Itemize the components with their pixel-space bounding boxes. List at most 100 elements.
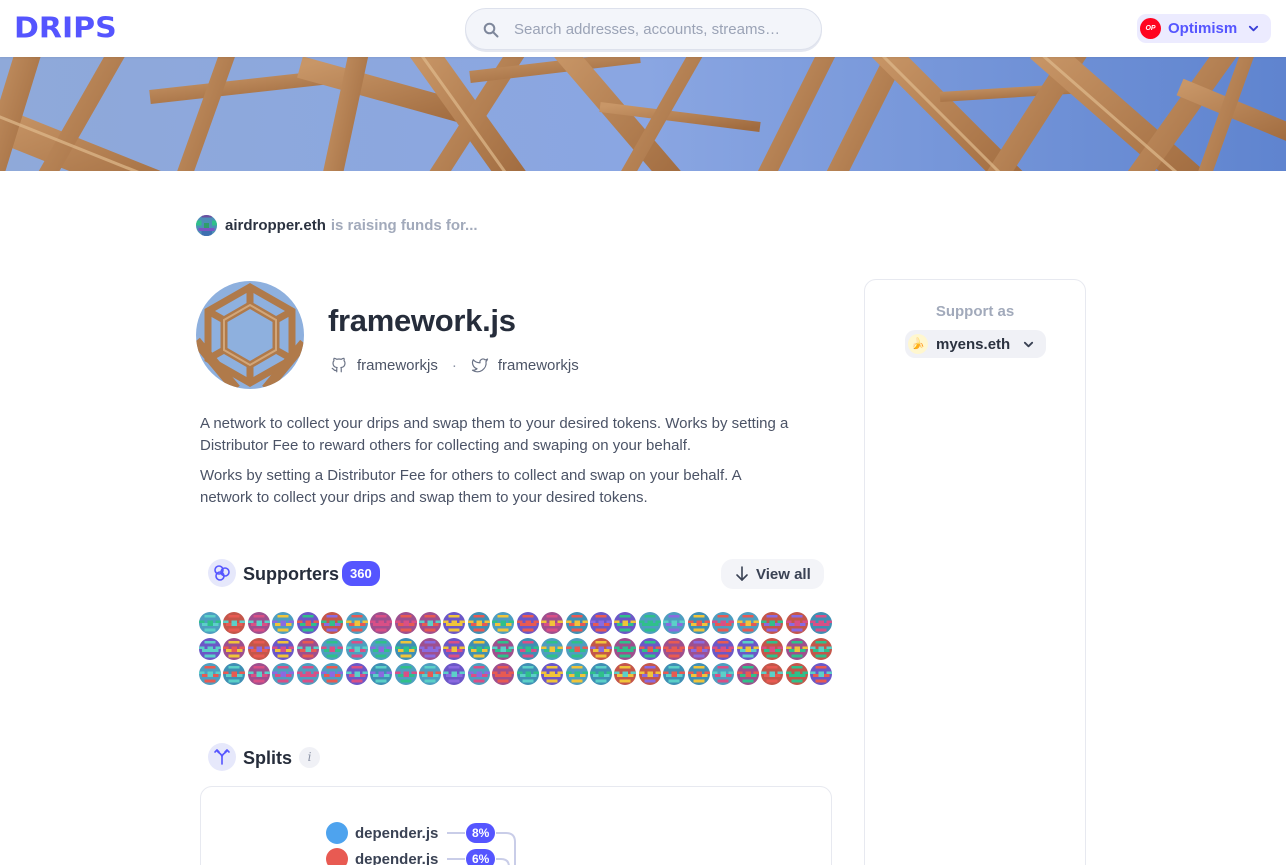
supporter-avatar[interactable] [370,637,393,660]
supporter-avatar[interactable] [272,663,295,685]
supporter-avatar[interactable] [492,637,515,660]
supporter-avatar[interactable] [394,637,417,660]
owner-name-link[interactable]: airdropper.eth [225,217,326,234]
supporter-avatar[interactable] [590,637,612,660]
supporter-avatar[interactable] [565,637,588,660]
info-icon[interactable]: i [299,747,320,768]
supporter-avatar[interactable] [370,612,393,634]
supporter-avatar[interactable] [443,663,466,685]
supporter-avatar[interactable] [199,663,221,685]
supporter-avatar[interactable] [663,612,686,634]
supporter-avatar[interactable] [492,612,515,634]
supporter-avatar[interactable] [418,637,441,660]
supporter-avatar[interactable] [541,663,564,685]
supporter-avatar[interactable] [785,663,808,685]
supporter-avatar[interactable] [296,637,319,660]
search-bar[interactable] [465,8,822,50]
supporter-avatar[interactable] [223,637,246,660]
supporter-avatar[interactable] [370,663,393,685]
supporter-avatar[interactable] [345,663,368,685]
drips-logo[interactable]: DRIPS [14,14,117,44]
raising-text: is raising funds for... [330,216,478,234]
supporter-avatar[interactable] [418,663,441,685]
supporter-avatar[interactable] [296,612,319,634]
twitter-link[interactable]: frameworkjs [498,357,579,374]
supporter-avatar[interactable] [712,663,735,685]
supporter-avatar[interactable] [541,612,564,634]
supporter-avatar[interactable] [199,637,221,660]
splits-connector-lines [447,832,516,865]
supporter-avatar[interactable] [663,637,686,660]
supporter-avatar[interactable] [223,663,246,685]
supporter-avatar[interactable] [272,637,295,660]
supporter-avatar[interactable] [712,637,735,660]
supporter-avatar[interactable] [638,663,661,685]
supporter-avatar[interactable] [638,612,661,634]
supporter-avatar[interactable] [590,663,612,685]
supporter-avatar[interactable] [614,637,637,660]
supporter-avatar[interactable] [467,637,490,660]
view-all-button[interactable]: View all [721,559,824,589]
supporter-avatar[interactable] [761,612,784,634]
supporter-avatar[interactable] [247,637,270,660]
supporter-avatar[interactable] [516,637,539,660]
supporter-avatar[interactable] [785,637,808,660]
supporter-avatar[interactable] [736,612,759,634]
supporter-avatar[interactable] [516,663,539,685]
search-icon [483,22,499,38]
split-item[interactable]: depender.js [326,822,438,844]
supporter-avatar[interactable] [321,637,344,660]
supporter-avatar[interactable] [223,612,246,634]
supporter-avatar[interactable] [663,663,686,685]
github-icon [331,357,346,373]
supporter-avatar[interactable] [736,637,759,660]
supporter-avatar[interactable] [590,612,612,634]
supporter-avatar[interactable] [247,663,270,685]
twitter-icon [471,358,488,373]
supporter-avatar[interactable] [785,612,808,634]
arrow-down-icon [736,566,748,581]
owner-avatar[interactable] [196,214,217,236]
supporter-avatar[interactable] [321,663,344,685]
supporter-avatar[interactable] [809,637,832,660]
project-avatar [196,281,304,389]
supporter-avatar[interactable] [394,612,417,634]
supporter-avatar[interactable] [467,663,490,685]
optimism-logo-icon: OP [1140,18,1161,39]
supporter-avatar[interactable] [565,663,588,685]
supporter-avatar[interactable] [687,663,710,685]
supporter-avatar[interactable] [614,663,637,685]
github-link[interactable]: frameworkjs [357,357,438,374]
supporter-avatar[interactable] [418,612,441,634]
supporter-avatar[interactable] [736,663,759,685]
supporter-avatar[interactable] [199,612,221,634]
supporter-avatar[interactable] [614,612,637,634]
supporter-avatar[interactable] [272,612,295,634]
supporter-avatar[interactable] [345,612,368,634]
search-input[interactable] [514,18,809,40]
supporter-avatar[interactable] [809,663,832,685]
supporter-avatar[interactable] [809,612,832,634]
supporter-avatar[interactable] [565,612,588,634]
split-item[interactable]: depender.js [326,848,438,865]
identity-selector[interactable]: 🍌 myens.eth [905,330,1046,358]
supporter-avatar[interactable] [345,637,368,660]
supporter-avatar[interactable] [467,612,490,634]
supporter-avatar[interactable] [761,637,784,660]
supporter-avatar[interactable] [247,612,270,634]
top-bar: DRIPS OP Optimism [0,0,1286,57]
supporter-avatar[interactable] [761,663,784,685]
network-selector[interactable]: OP Optimism [1137,14,1271,43]
supporter-avatar[interactable] [687,637,710,660]
supporter-avatar[interactable] [321,612,344,634]
supporter-avatar[interactable] [394,663,417,685]
supporter-avatar[interactable] [443,637,466,660]
supporter-avatar[interactable] [296,663,319,685]
supporter-avatar[interactable] [492,663,515,685]
supporter-avatar[interactable] [687,612,710,634]
supporter-avatar[interactable] [443,612,466,634]
supporter-avatar[interactable] [541,637,564,660]
supporter-avatar[interactable] [516,612,539,634]
supporter-avatar[interactable] [712,612,735,634]
supporter-avatar[interactable] [638,637,661,660]
